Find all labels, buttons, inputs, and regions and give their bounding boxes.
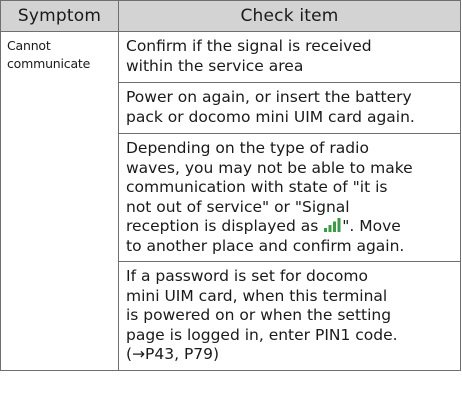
signal-bars-icon bbox=[324, 218, 341, 232]
troubleshooting-table: Symptom Check item Cannot communicate Co… bbox=[0, 0, 461, 371]
check-item-cell: Depending on the type of radio waves, yo… bbox=[118, 133, 461, 262]
check-item-header: Check item bbox=[118, 0, 461, 32]
symptom-text: Cannot communicate bbox=[7, 38, 91, 71]
symptom-header: Symptom bbox=[0, 0, 119, 32]
header-row: Symptom Check item bbox=[0, 0, 461, 32]
symptom-cell: Cannot communicate bbox=[0, 31, 119, 371]
check-item-cell: Power on again, or insert the battery pa… bbox=[118, 82, 461, 134]
check-item-text: Confirm if the signal is received within… bbox=[126, 37, 372, 75]
check-item-cell: Confirm if the signal is received within… bbox=[118, 31, 461, 83]
check-item-text: Power on again, or insert the battery pa… bbox=[126, 88, 415, 126]
check-item-cell: If a password is set for docomo mini UIM… bbox=[118, 261, 461, 371]
table-row: Cannot communicate Confirm if the signal… bbox=[0, 31, 461, 371]
check-item-text: If a password is set for docomo mini UIM… bbox=[126, 267, 398, 363]
check-item-text: Depending on the type of radio waves, yo… bbox=[126, 139, 413, 255]
